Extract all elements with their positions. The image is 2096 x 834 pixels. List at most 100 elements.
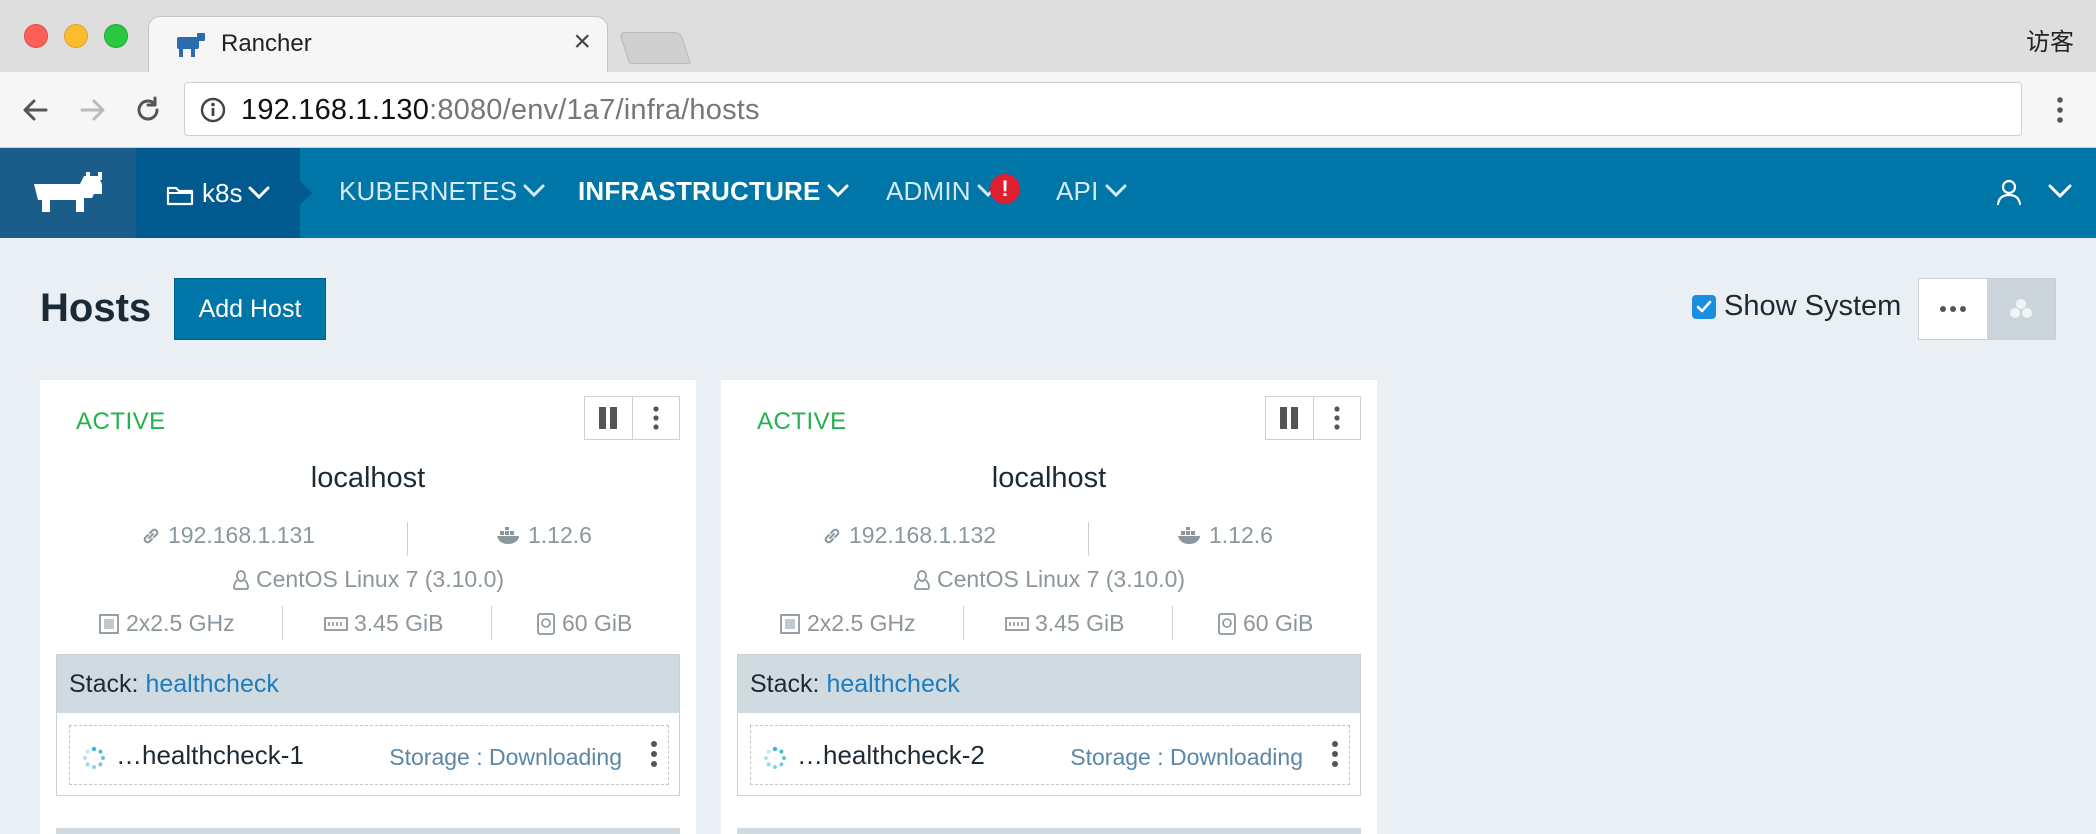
host-card: ACTIVE localhost 192.168.1.131 1.12.6 Ce… (40, 380, 696, 834)
cubes-icon (2010, 299, 2032, 318)
environment-switcher[interactable]: k8s (136, 148, 300, 238)
list-view-button[interactable] (1919, 279, 1987, 339)
new-tab-button[interactable] (618, 32, 692, 64)
grid-view-button[interactable] (1987, 279, 2055, 339)
host-storage: 60 GiB (536, 610, 632, 637)
nav-api-label: API (1056, 176, 1099, 206)
spinner-icon (763, 746, 787, 775)
container-row[interactable]: …healthcheck-1 Storage : Downloading (69, 725, 669, 785)
host-os: CentOS Linux 7 (3.10.0) (913, 566, 1185, 593)
hard-disk-icon (1218, 612, 1236, 635)
vertical-ellipsis-icon (1334, 406, 1340, 430)
docker-icon (497, 526, 519, 544)
add-host-button[interactable]: Add Host (174, 278, 326, 340)
url-text: 192.168.1.130:8080/env/1a7/infra/hosts (241, 94, 760, 127)
host-docker-version: 1.12.6 (1177, 522, 1273, 549)
browser-tab-rancher[interactable]: Rancher × (148, 16, 608, 74)
rancher-favicon-icon (175, 31, 207, 59)
reload-icon[interactable] (130, 92, 166, 128)
pause-button[interactable] (585, 397, 632, 439)
nav-infrastructure[interactable]: INFRASTRUCTURE (578, 176, 849, 207)
host-cpu: 2x2.5 GHz (779, 610, 916, 637)
nav-admin[interactable]: ADMIN (886, 176, 999, 207)
nav-api[interactable]: API (1056, 176, 1127, 207)
stack-link[interactable]: healthcheck (826, 670, 959, 698)
divider (1088, 522, 1089, 556)
url-host: 192.168.1.130 (241, 94, 430, 126)
container-menu-icon[interactable] (1331, 740, 1339, 773)
memory-icon (1005, 616, 1029, 631)
forward-arrow-icon[interactable] (74, 92, 110, 128)
host-memory: 3.45 GiB (324, 610, 444, 637)
chevron-down-icon (1105, 184, 1127, 198)
container-row[interactable]: …healthcheck-2 Storage : Downloading (750, 725, 1350, 785)
link-icon (824, 528, 840, 543)
host-card: ACTIVE localhost 192.168.1.132 1.12.6 Ce… (721, 380, 1377, 834)
host-actions (584, 396, 680, 440)
divider (491, 606, 492, 640)
pause-button[interactable] (1266, 397, 1313, 439)
next-stack-header (737, 828, 1361, 834)
back-arrow-icon[interactable] (18, 92, 54, 128)
nav-infrastructure-label: INFRASTRUCTURE (578, 176, 821, 206)
host-storage-value: 60 GiB (562, 610, 633, 636)
host-actions (1265, 396, 1361, 440)
host-memory-value: 3.45 GiB (1035, 610, 1125, 636)
divider (407, 522, 408, 556)
show-system-checkbox[interactable] (1692, 294, 1716, 319)
close-window-button[interactable] (24, 24, 48, 48)
user-icon[interactable] (1996, 178, 2022, 211)
host-os-value: CentOS Linux 7 (3.10.0) (256, 566, 505, 592)
rancher-logo[interactable] (0, 148, 136, 238)
container-menu-icon[interactable] (650, 740, 658, 773)
address-bar[interactable]: 192.168.1.130:8080/env/1a7/infra/hosts (184, 82, 2022, 136)
chevron-down-icon (827, 184, 849, 198)
divider (963, 606, 964, 640)
browser-menu-icon[interactable] (2042, 92, 2078, 128)
host-cpu: 2x2.5 GHz (98, 610, 235, 637)
divider (1172, 606, 1173, 640)
divider (282, 606, 283, 640)
chevron-down-icon (248, 186, 270, 205)
linux-icon (914, 569, 930, 590)
stack-header: Stack: healthcheck (738, 655, 1360, 713)
stack-group: Stack: healthcheck …healthcheck-1 Storag… (56, 654, 680, 796)
environment-label: k8s (202, 178, 243, 208)
link-icon (143, 528, 159, 543)
stack-label: Stack: (750, 670, 820, 698)
admin-alert-badge[interactable]: ! (990, 174, 1020, 204)
browser-tab-strip: Rancher × 访客 (0, 0, 2096, 74)
profile-label[interactable]: 访客 (2026, 22, 2074, 57)
stack-header: Stack: healthcheck (57, 655, 679, 713)
hard-disk-icon (537, 612, 555, 635)
show-system-toggle[interactable]: Show System (1692, 290, 1901, 323)
container-name[interactable]: …healthcheck-1 (116, 740, 304, 771)
site-info-icon[interactable] (199, 96, 227, 124)
page-title: Hosts (40, 286, 152, 330)
host-name[interactable]: localhost (721, 462, 1377, 495)
folder-icon (166, 184, 194, 211)
cpu-icon (99, 613, 119, 634)
host-docker-version: 1.12.6 (496, 522, 592, 549)
show-system-label: Show System (1724, 290, 1902, 322)
pause-icon (599, 407, 618, 429)
linux-icon (233, 569, 249, 590)
minimize-window-button[interactable] (64, 24, 88, 48)
host-more-button[interactable] (631, 397, 679, 439)
host-cpu-value: 2x2.5 GHz (126, 610, 235, 636)
nav-kubernetes[interactable]: KUBERNETES (339, 176, 545, 207)
container-name[interactable]: …healthcheck-2 (797, 740, 985, 771)
host-more-button[interactable] (1312, 397, 1360, 439)
host-name[interactable]: localhost (40, 462, 696, 495)
browser-toolbar: 192.168.1.130:8080/env/1a7/infra/hosts (0, 72, 2096, 148)
maximize-window-button[interactable] (104, 24, 128, 48)
nav-kubernetes-label: KUBERNETES (339, 176, 518, 206)
stack-link[interactable]: healthcheck (145, 670, 278, 698)
chevron-down-icon[interactable] (2048, 184, 2072, 205)
tab-close-icon[interactable]: × (573, 27, 591, 57)
host-ip-value: 192.168.1.132 (849, 522, 997, 548)
host-state: ACTIVE (757, 408, 847, 435)
nav-admin-label: ADMIN (886, 176, 971, 206)
stack-label: Stack: (69, 670, 139, 698)
rancher-cow-icon (34, 172, 102, 212)
